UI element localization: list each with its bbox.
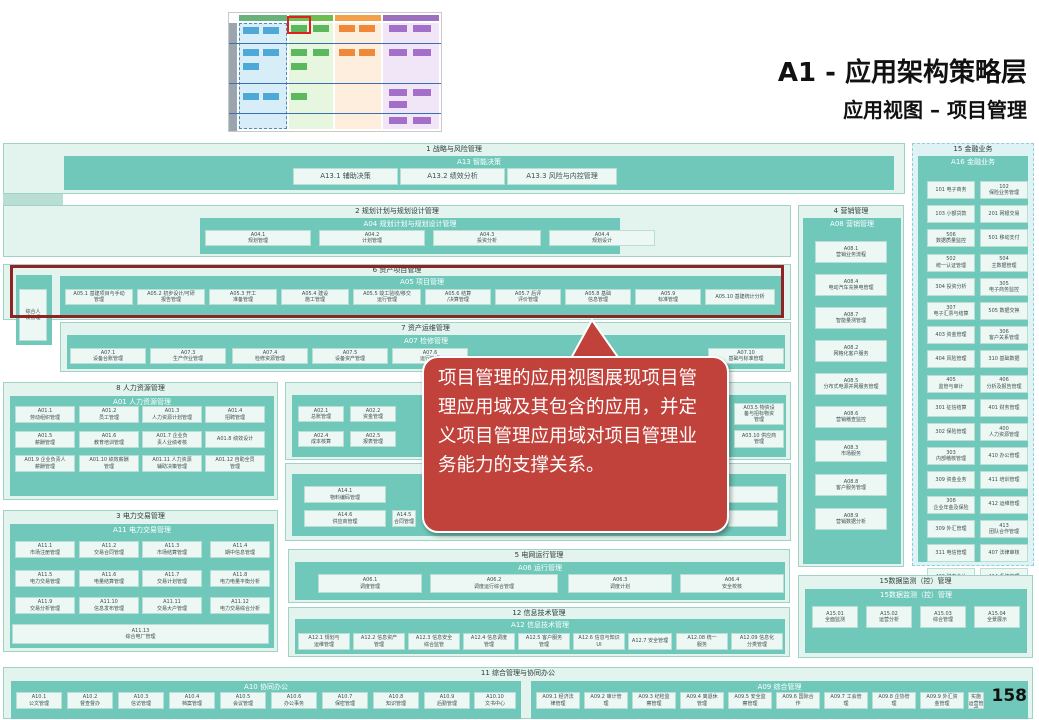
page-number: 158 [991, 686, 1028, 706]
callout-text: 项目管理的应用视图展现项目管理应用域及其包含的应用，并定义项目管理应用域对项目管… [422, 356, 729, 533]
